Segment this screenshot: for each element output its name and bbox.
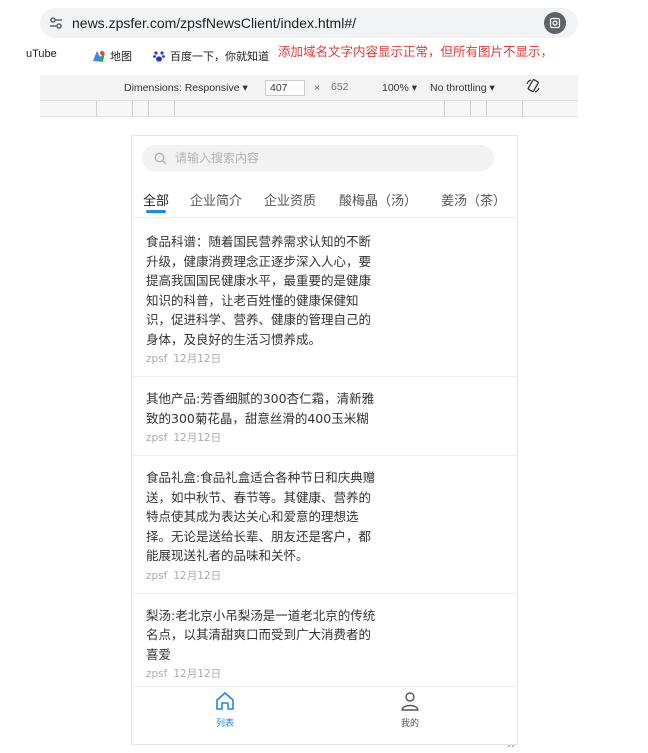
item-author: zpsf <box>146 432 168 444</box>
item-date: 12月12日 <box>173 353 222 365</box>
category-tabs: 全部 企业简介 企业资质 酸梅晶（汤） 姜汤（茶） <box>132 186 517 218</box>
list-item[interactable]: 食品礼盒:食品礼盒适合各种节日和庆典赠送，如中秋节、春节等。其健康、营养的特点使… <box>132 456 517 594</box>
search-icon <box>154 152 167 164</box>
map-icon <box>93 51 105 62</box>
bookmark-baidu[interactable]: 百度一下，你就知道 <box>152 48 269 64</box>
bookmark-label: uTube <box>26 48 57 60</box>
bookmark-map[interactable]: 地图 <box>92 48 132 64</box>
tabbar-home-label: 列表 <box>215 719 234 729</box>
news-list: 食品科谱：随着国民营养需求认知的不断升级，健康消费理念正逐步深入人心，要提高我国… <box>132 220 517 687</box>
annotation-note: 添加域名文字内容显示正常，但所有图片不显示， <box>278 44 554 59</box>
bookmark-youtube[interactable]: uTube <box>26 48 57 60</box>
tab-plum-drink[interactable]: 酸梅晶（汤） <box>339 190 417 209</box>
user-icon <box>401 692 419 711</box>
baidu-paw-icon <box>153 51 165 62</box>
item-date: 12月12日 <box>173 569 222 582</box>
tab-qualifications[interactable]: 企业资质 <box>264 190 316 209</box>
tab-company-intro[interactable]: 企业简介 <box>190 190 242 209</box>
dimensions-dropdown[interactable]: Dimensions: Responsive ▾ <box>124 82 248 94</box>
list-item[interactable]: 梨汤:老北京小吊梨汤是一道老北京的传统名点，以其清甜爽口而受到广大消费者的喜爱 … <box>132 594 517 687</box>
list-item[interactable]: 其他产品:芳香细腻的300杏仁霜，清新雅致的300菊花晶，甜意丝滑的400玉米糊… <box>132 377 517 456</box>
tab-ginger-tea[interactable]: 姜汤（茶） <box>441 190 506 209</box>
item-author: zpsf <box>146 668 168 680</box>
bottom-tab-bar: 列表 我的 <box>132 686 517 730</box>
times-symbol: × <box>314 82 321 94</box>
active-tab-indicator <box>146 210 166 213</box>
rotate-icon[interactable] <box>525 78 541 97</box>
item-meta: zpsf 12月12日 <box>146 430 505 445</box>
item-date: 12月12日 <box>173 668 222 680</box>
width-field[interactable]: 407 <box>265 80 305 96</box>
home-icon <box>216 692 234 710</box>
item-text: 其他产品:芳香细腻的300杏仁霜，清新雅致的300菊花晶，甜意丝滑的400玉米糊 <box>146 391 375 426</box>
search-box[interactable] <box>142 145 494 171</box>
media-query-ruler <box>40 101 578 117</box>
tabbar-home[interactable]: 列表 <box>195 690 255 729</box>
devtools-device-toolbar: Dimensions: Responsive ▾ 407 × 652 100% … <box>40 75 578 101</box>
device-viewport: 全部 企业简介 企业资质 酸梅晶（汤） 姜汤（茶） 食品科谱：随着国民营养需求认… <box>131 135 518 745</box>
item-text: 食品科谱：随着国民营养需求认知的不断升级，健康消费理念正逐步深入人心，要提高我国… <box>146 234 372 347</box>
search-input[interactable] <box>175 151 475 165</box>
screenshot-icon[interactable] <box>544 12 566 34</box>
url-text[interactable]: news.zpsfer.com/zpsfNewsClient/index.htm… <box>72 15 356 31</box>
tab-all[interactable]: 全部 <box>143 190 169 209</box>
bookmark-label: 地图 <box>110 51 132 63</box>
list-item[interactable]: 食品科谱：随着国民营养需求认知的不断升级，健康消费理念正逐步深入人心，要提高我国… <box>132 220 517 377</box>
item-author: zpsf <box>146 569 168 582</box>
site-settings-icon[interactable] <box>48 15 64 31</box>
bookmark-label: 百度一下，你就知道 <box>170 51 269 63</box>
tabbar-me[interactable]: 我的 <box>380 690 440 729</box>
item-meta: zpsf 12月12日 <box>146 666 505 681</box>
item-text: 食品礼盒:食品礼盒适合各种节日和庆典赠送，如中秋节、春节等。其健康、营养的特点使… <box>146 470 376 563</box>
item-text: 梨汤:老北京小吊梨汤是一道老北京的传统名点，以其清甜爽口而受到广大消费者的喜爱 <box>146 607 376 662</box>
item-meta: zpsf 12月12日 <box>146 568 505 583</box>
item-date: 12月12日 <box>173 432 222 444</box>
address-bar[interactable]: news.zpsfer.com/zpsfNewsClient/index.htm… <box>40 8 578 38</box>
height-field[interactable]: 652 <box>327 80 367 96</box>
item-meta: zpsf 12月12日 <box>146 351 505 366</box>
item-author: zpsf <box>146 353 168 365</box>
zoom-dropdown[interactable]: 100% ▾ <box>382 82 417 94</box>
tabbar-me-label: 我的 <box>400 719 419 729</box>
throttling-dropdown[interactable]: No throttling ▾ <box>430 82 495 94</box>
